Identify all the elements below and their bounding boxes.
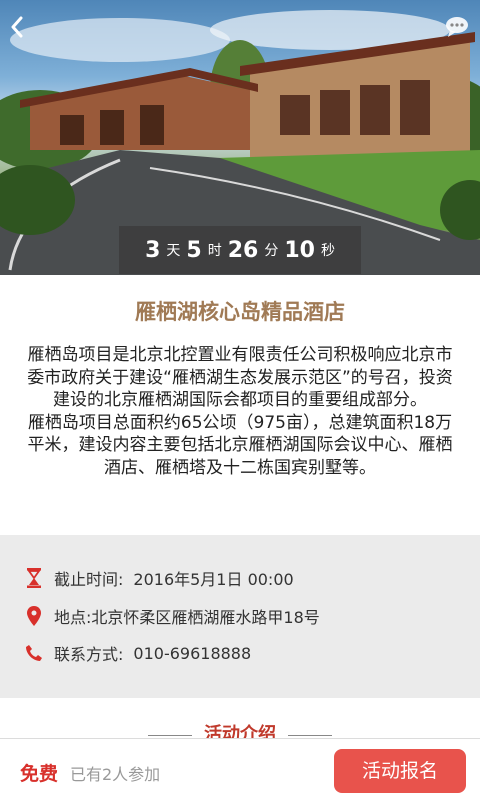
event-description: 雁栖岛项目是北京北控置业有限责任公司积极响应北京市委市政府关于建设“雁栖湖生态发…	[24, 344, 456, 479]
countdown-minutes: 26	[227, 237, 259, 263]
description-paragraph: 雁栖岛项目是北京北控置业有限责任公司积极响应北京市委市政府关于建设“雁栖湖生态发…	[27, 345, 453, 410]
countdown-days: 3	[145, 237, 161, 263]
countdown-seconds: 10	[284, 237, 315, 263]
contact-label: 联系方式:	[54, 645, 124, 664]
phone-icon	[24, 643, 44, 663]
countdown-timer: 3 天 5 时 26 分 10 秒	[119, 226, 361, 274]
location-pin-icon	[24, 606, 44, 626]
event-title: 雁栖湖核心岛精品酒店	[135, 300, 345, 324]
countdown-hours-unit: 时	[207, 243, 222, 259]
description-paragraph: 雁栖岛项目总面积约65公顷（975亩），总建筑面积18万平米，建设内容主要包括北…	[27, 412, 453, 478]
location-value: 北京怀柔区雁栖湖雁水路甲18号	[91, 608, 320, 627]
event-info-panel: 截止时间: 2016年5月1日 00:00 地点: 北京怀柔区雁栖湖雁水路甲18…	[0, 535, 480, 698]
contact-value: 010-69618888	[133, 643, 252, 663]
deadline-value: 2016年5月1日 00:00	[133, 570, 294, 589]
signup-button[interactable]: 活动报名	[334, 749, 466, 793]
divider-left	[148, 734, 192, 736]
location-row[interactable]: 地点: 北京怀柔区雁栖湖雁水路甲18号	[24, 603, 320, 629]
joined-count: 已有2人参加	[70, 765, 161, 784]
countdown-hours: 5	[186, 237, 202, 263]
countdown-days-unit: 天	[166, 243, 181, 259]
hero-image: 3 天 5 时 26 分 10 秒	[0, 0, 480, 275]
location-label: 地点:	[54, 608, 92, 627]
bottom-bar: 免费 已有2人参加 活动报名	[0, 738, 480, 800]
chat-button[interactable]	[444, 16, 470, 40]
deadline-row: 截止时间: 2016年5月1日 00:00	[24, 565, 294, 591]
chat-bubble-icon	[446, 17, 468, 37]
divider-right	[288, 734, 332, 736]
hourglass-icon	[24, 568, 44, 588]
countdown-seconds-unit: 秒	[320, 243, 335, 259]
contact-row[interactable]: 联系方式: 010-69618888	[24, 640, 251, 666]
deadline-label: 截止时间:	[54, 570, 124, 589]
back-button[interactable]	[10, 16, 34, 44]
countdown-minutes-unit: 分	[264, 243, 279, 259]
chevron-left-icon	[11, 16, 23, 38]
price-label: 免费	[20, 763, 59, 785]
